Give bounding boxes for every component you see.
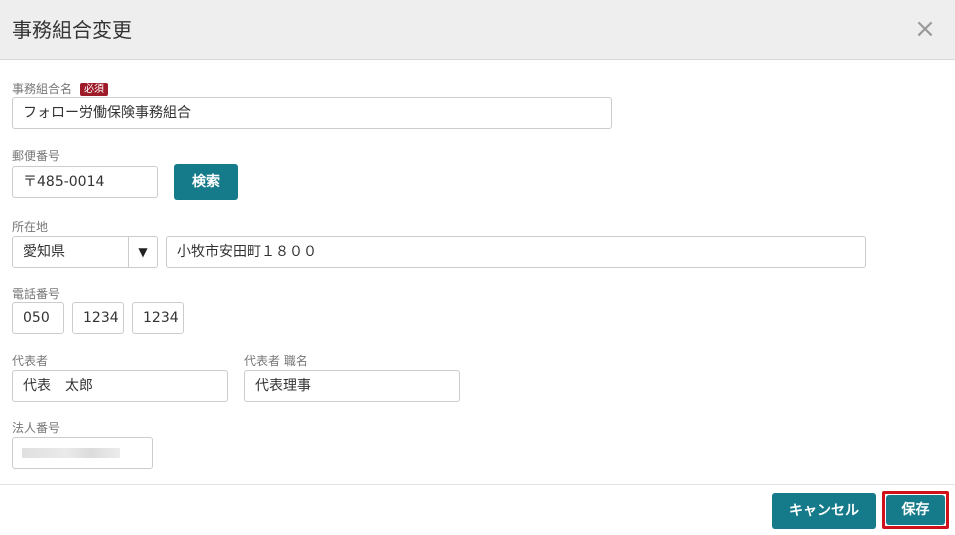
phone-part2-input[interactable]: 1234: [72, 302, 124, 334]
phone-label: 電話番号: [12, 287, 61, 301]
postal-search-button[interactable]: 検索: [174, 164, 238, 200]
close-icon[interactable]: ×: [910, 14, 940, 44]
phone-part3-input[interactable]: 1234: [132, 302, 184, 334]
required-badge: 必須: [80, 83, 109, 96]
representative-title-input[interactable]: 代表理事: [244, 370, 460, 402]
street-address-input[interactable]: 小牧市安田町１８００: [166, 236, 866, 268]
prefecture-select[interactable]: 愛知県 ▼: [12, 236, 158, 268]
dialog-title: 事務組合変更: [12, 18, 132, 42]
representative-input[interactable]: 代表 太郎: [12, 370, 228, 402]
address-label: 所在地: [12, 220, 49, 234]
union-name-label: 事務組合名 必須: [12, 80, 109, 97]
postal-code-input[interactable]: 〒485-0014: [12, 166, 158, 198]
dialog-header: 事務組合変更 ×: [0, 0, 955, 60]
dropdown-arrow-icon[interactable]: ▼: [128, 237, 157, 267]
corporate-number-label: 法人番号: [12, 421, 61, 435]
representative-title-label: 代表者 職名: [244, 354, 308, 368]
union-name-input[interactable]: フォロー労働保険事務組合: [12, 97, 612, 129]
union-name-label-text: 事務組合名: [12, 82, 73, 96]
representative-label: 代表者: [12, 354, 49, 368]
prefecture-value: 愛知県: [23, 244, 65, 260]
postal-code-label: 郵便番号: [12, 149, 61, 163]
save-button-highlight: [882, 491, 949, 529]
footer-divider: [0, 484, 955, 485]
cancel-button[interactable]: キャンセル: [772, 493, 876, 529]
phone-part1-input[interactable]: 050: [12, 302, 64, 334]
redacted-value-mask: [22, 448, 120, 458]
